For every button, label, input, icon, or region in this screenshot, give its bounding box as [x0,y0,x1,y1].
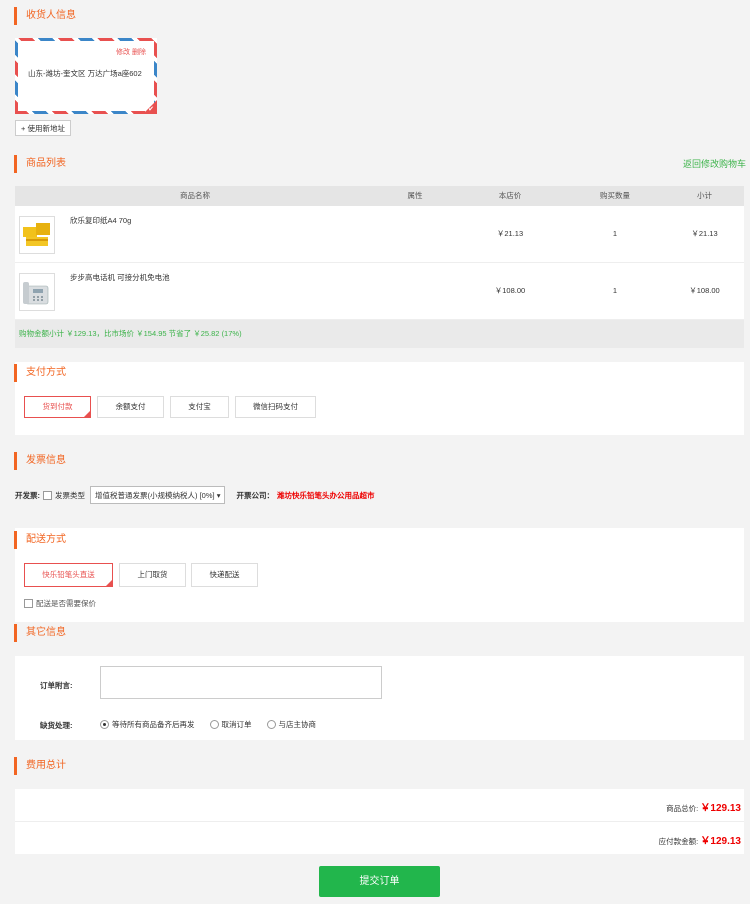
address-card[interactable]: 修改 删除 山东-潍坊-奎文区 万达广场a座602 ✔ [15,38,157,114]
invoice-type-select[interactable]: 增值税普通发票(小规模纳税人) [0%] ▾ [90,486,226,504]
goods-section-title: 商品列表 [14,155,66,173]
header-name: 商品名称 [180,191,210,200]
address-text: 山东-潍坊-奎文区 万达广场a座602 [28,69,142,78]
goods-table: 商品名称 属性 本店价 购买数量 小计 欣乐复印纸A4 70g ￥21.13 1… [15,186,744,348]
receiver-section-title: 收货人信息 [14,7,76,25]
goods-total-value: ￥129.13 [700,803,741,814]
product-name[interactable]: 步步高电话机 可接分机免电池 [70,272,170,283]
telephone-icon[interactable] [19,273,55,311]
delivery-option-direct[interactable]: 快乐铅笔头直送 [24,563,113,587]
goods-total-label: 商品总价: [666,804,699,813]
table-row: 步步高电话机 可接分机免电池 ￥108.00 1 ￥108.00 [15,263,744,320]
cart-summary: 购物金额小计 ￥129.13，比市场价 ￥154.95 节省了 ￥25.82 (… [15,320,744,348]
invoice-type-value: 增值税普通发票(小规模纳税人) [0%] [95,490,215,500]
invoice-company-value: 潍坊快乐铅笔头办公用品超市 [276,490,375,500]
new-address-button[interactable]: + 使用新地址 [15,120,71,136]
selected-corner [83,410,91,418]
chevron-down-icon: ▾ [216,490,221,500]
invoice-company-label: 开票公司： [236,490,274,500]
back-to-cart-link[interactable]: 返回修改购物车 [683,157,746,170]
table-header: 商品名称 属性 本店价 购买数量 小计 [15,186,744,206]
header-price: 本店价 [498,191,522,200]
insure-checkbox[interactable] [24,599,33,608]
address-edit-delete-links[interactable]: 修改 删除 [116,47,146,57]
order-note-input[interactable] [100,666,382,699]
delivery-section-title: 配送方式 [14,531,66,549]
product-subtotal: ￥21.13 [691,229,718,238]
product-qty: 1 [612,229,618,238]
payment-option-cod[interactable]: 货到付款 [24,396,91,418]
goods-total-row: 商品总价: ￥129.13 [15,789,744,822]
fees-section-title: 费用总计 [14,757,66,775]
copy-paper-icon[interactable] [19,216,55,254]
header-qty: 购买数量 [600,191,630,200]
product-attr [375,206,455,262]
invoice-type-label: 发票类型 [55,490,85,500]
product-qty: 1 [612,286,618,295]
invoice-checkbox[interactable] [43,490,52,500]
shortage-label: 缺货处理: [40,721,73,730]
payable-label: 应付款金额: [658,837,699,846]
check-icon: ✔ [148,106,154,113]
shortage-radio-wait[interactable] [100,720,109,729]
delivery-option-label: 快乐铅笔头直送 [42,570,95,579]
payment-option-wechat[interactable]: 微信扫码支付 [235,396,316,418]
goods-total-wrap: 商品总价: ￥129.13 [666,799,741,814]
shortage-options: 等待所有商品备齐后再发 取消订单 与店主协商 [100,719,316,730]
invoice-row: 开发票: 发票类型 增值税普通发票(小规模纳税人) [0%] ▾ 开票公司： 潍… [15,486,374,504]
selected-corner [105,579,113,587]
shortage-option-label: 与店主协商 [278,720,317,729]
product-price: ￥21.13 [496,229,524,238]
payment-section-title: 支付方式 [14,364,66,382]
invoice-open-label: 开发票: [15,490,40,500]
payable-value: ￥129.13 [700,836,741,847]
other-section-title: 其它信息 [14,624,66,642]
delivery-option-express[interactable]: 快递配送 [191,563,258,587]
invoice-section-title: 发票信息 [14,452,66,470]
header-attr: 属性 [407,191,423,200]
payable-wrap: 应付款金额: ￥129.13 [659,832,741,847]
shortage-option-label: 取消订单 [221,720,252,729]
product-name[interactable]: 欣乐复印纸A4 70g [70,215,131,226]
payment-option-label: 货到付款 [42,402,73,411]
delivery-option-pickup[interactable]: 上门取货 [119,563,186,587]
shortage-option-label: 等待所有商品备齐后再发 [112,720,195,729]
header-subtotal: 小计 [697,191,712,200]
note-label: 订单附言: [40,681,73,690]
product-subtotal: ￥108.00 [689,286,720,295]
shortage-radio-cancel[interactable] [209,720,219,729]
submit-order-button[interactable]: 提交订单 [319,866,440,897]
payment-option-balance[interactable]: 余额支付 [97,396,164,418]
payable-row: 应付款金额: ￥129.13 [15,822,744,854]
payment-option-alipay[interactable]: 支付宝 [170,396,229,418]
shortage-radio-negotiate[interactable] [266,720,276,729]
insure-row: 配送是否需要保价 [24,598,96,609]
product-attr [375,263,455,319]
insure-label: 配送是否需要保价 [36,599,96,608]
product-price: ￥108.00 [494,286,526,295]
table-row: 欣乐复印纸A4 70g ￥21.13 1 ￥21.13 [15,206,744,263]
